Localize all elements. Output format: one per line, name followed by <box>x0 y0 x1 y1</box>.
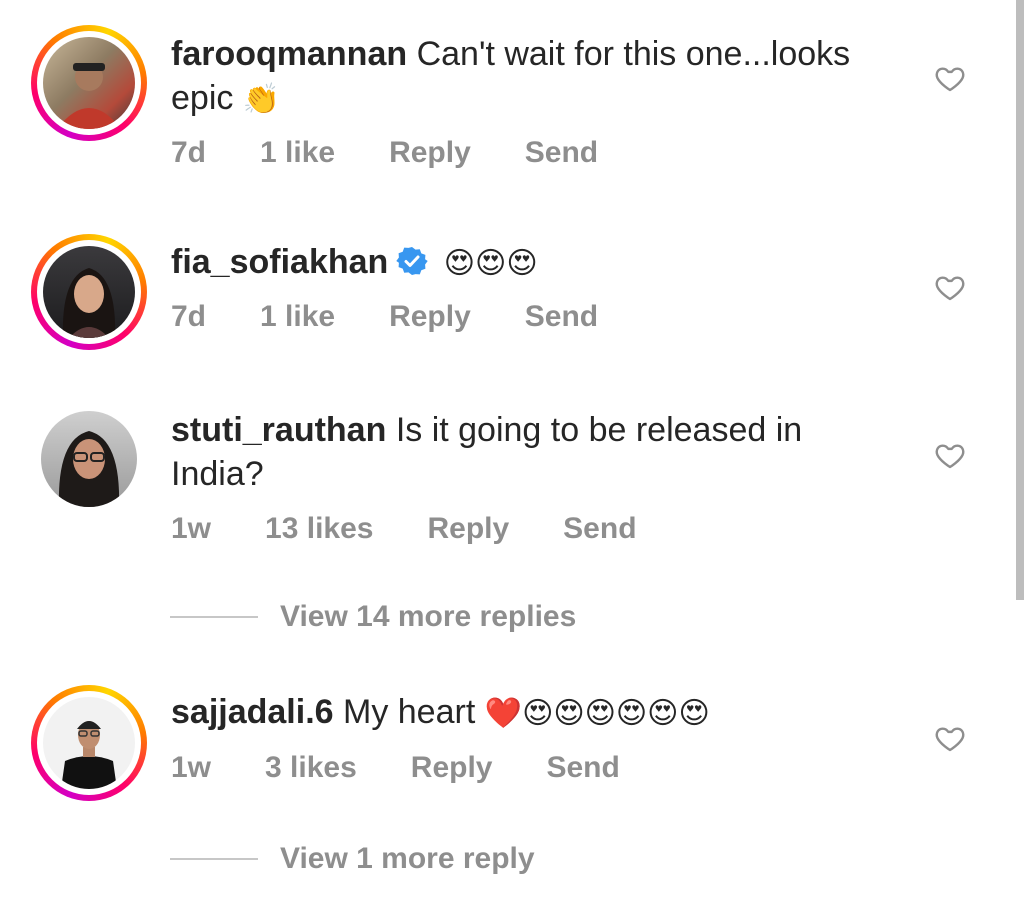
comment-likes[interactable]: 13 likes <box>265 512 373 546</box>
comment-meta: 7d 1 like Reply Send <box>171 136 652 170</box>
view-more-replies-button[interactable]: View 1 more reply <box>170 842 535 876</box>
scrollbar[interactable] <box>1016 0 1024 600</box>
comment-text: stuti_rauthan Is it going to be released… <box>171 408 911 496</box>
clapping-hands-emoji: 👏 <box>242 82 281 117</box>
comment-body-line2: epic <box>171 79 234 117</box>
heart-eyes-emoji: 😍😍😍 <box>443 246 538 281</box>
reply-button[interactable]: Reply <box>389 136 471 170</box>
heart-emoji-row: ❤️😍😍😍😍😍😍 <box>484 696 710 731</box>
comment-text: farooqmannan Can't wait for this one...l… <box>171 32 911 122</box>
comment-time: 1w <box>171 751 212 784</box>
reply-button[interactable]: Reply <box>411 751 493 785</box>
comment-text: sajjadali.6 My heart ❤️😍😍😍😍😍😍 <box>171 690 911 736</box>
reply-button[interactable]: Reply <box>389 300 471 334</box>
send-button[interactable]: Send <box>546 751 619 785</box>
comment-time: 7d <box>171 136 207 169</box>
comment-body: Can't wait for this one...looks <box>416 35 851 73</box>
comment-likes[interactable]: 3 likes <box>265 751 357 785</box>
send-button[interactable]: Send <box>563 512 636 546</box>
view-more-replies-label[interactable]: View 14 more replies <box>280 600 576 634</box>
comment-meta: 1w 3 likes Reply Send <box>171 751 674 785</box>
heart-outline-icon[interactable] <box>934 439 966 471</box>
comment-username[interactable]: stuti_rauthan <box>171 411 386 449</box>
comment-likes[interactable]: 1 like <box>260 136 335 170</box>
comment-time: 1w <box>171 512 212 545</box>
comment-body-line2: India? <box>171 455 264 493</box>
divider-line <box>170 616 258 618</box>
verified-badge-icon <box>396 244 429 276</box>
comment-username[interactable]: farooqmannan <box>171 35 407 73</box>
avatar[interactable] <box>31 685 147 801</box>
comment-likes[interactable]: 1 like <box>260 300 335 334</box>
comment-time: 7d <box>171 300 207 333</box>
comment-meta: 7d 1 like Reply Send <box>171 300 652 334</box>
comment-body: My heart <box>343 693 476 731</box>
avatar[interactable] <box>31 25 147 141</box>
comment-meta: 1w 13 likes Reply Send <box>171 512 691 546</box>
view-more-replies-button[interactable]: View 14 more replies <box>170 600 576 634</box>
heart-outline-icon[interactable] <box>934 271 966 303</box>
send-button[interactable]: Send <box>525 136 598 170</box>
divider-line <box>170 858 258 860</box>
heart-outline-icon[interactable] <box>934 62 966 94</box>
comment-text: fia_sofiakhan 😍😍😍 <box>171 240 911 286</box>
avatar[interactable] <box>31 234 147 350</box>
view-more-replies-label[interactable]: View 1 more reply <box>280 842 535 876</box>
reply-button[interactable]: Reply <box>427 512 509 546</box>
comment-body: Is it going to be released in <box>395 411 803 449</box>
avatar[interactable] <box>41 411 137 507</box>
heart-outline-icon[interactable] <box>934 722 966 754</box>
send-button[interactable]: Send <box>525 300 598 334</box>
comment-username[interactable]: sajjadali.6 <box>171 693 334 731</box>
comment-username[interactable]: fia_sofiakhan <box>171 243 388 281</box>
